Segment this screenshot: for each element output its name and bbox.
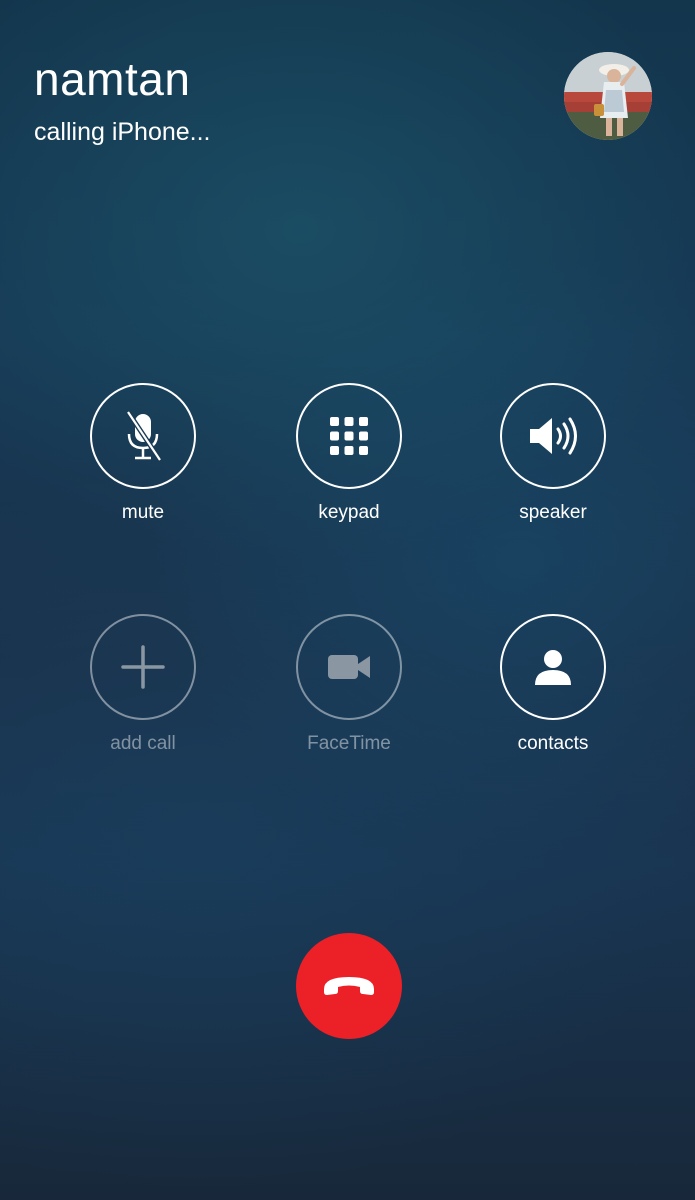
mute-button[interactable]: mute [73, 383, 213, 523]
contacts-button[interactable]: contacts [483, 614, 623, 754]
keypad-button[interactable]: keypad [279, 383, 419, 523]
facetime-ring[interactable] [296, 614, 402, 720]
mute-ring[interactable] [90, 383, 196, 489]
add-call-label: add call [110, 733, 176, 754]
keypad-label: keypad [318, 502, 380, 523]
add-call-button[interactable]: add call [73, 614, 213, 754]
add-call-ring[interactable] [90, 614, 196, 720]
speaker-label: speaker [519, 502, 587, 523]
facetime-button[interactable]: FaceTime [279, 614, 419, 754]
keypad-grid-icon [330, 417, 368, 455]
speaker-button[interactable]: speaker [483, 383, 623, 523]
plus-icon [121, 645, 165, 689]
contacts-label: contacts [517, 733, 589, 754]
end-call-button[interactable] [296, 933, 402, 1039]
person-icon [535, 650, 571, 685]
mute-label: mute [121, 502, 165, 523]
contacts-ring[interactable] [500, 614, 606, 720]
speaker-ring[interactable] [500, 383, 606, 489]
keypad-ring[interactable] [296, 383, 402, 489]
facetime-label: FaceTime [307, 733, 391, 754]
speaker-icon [530, 417, 577, 455]
muted-microphone-icon [125, 410, 163, 462]
video-camera-icon [328, 655, 370, 679]
hang-up-icon [324, 977, 374, 995]
